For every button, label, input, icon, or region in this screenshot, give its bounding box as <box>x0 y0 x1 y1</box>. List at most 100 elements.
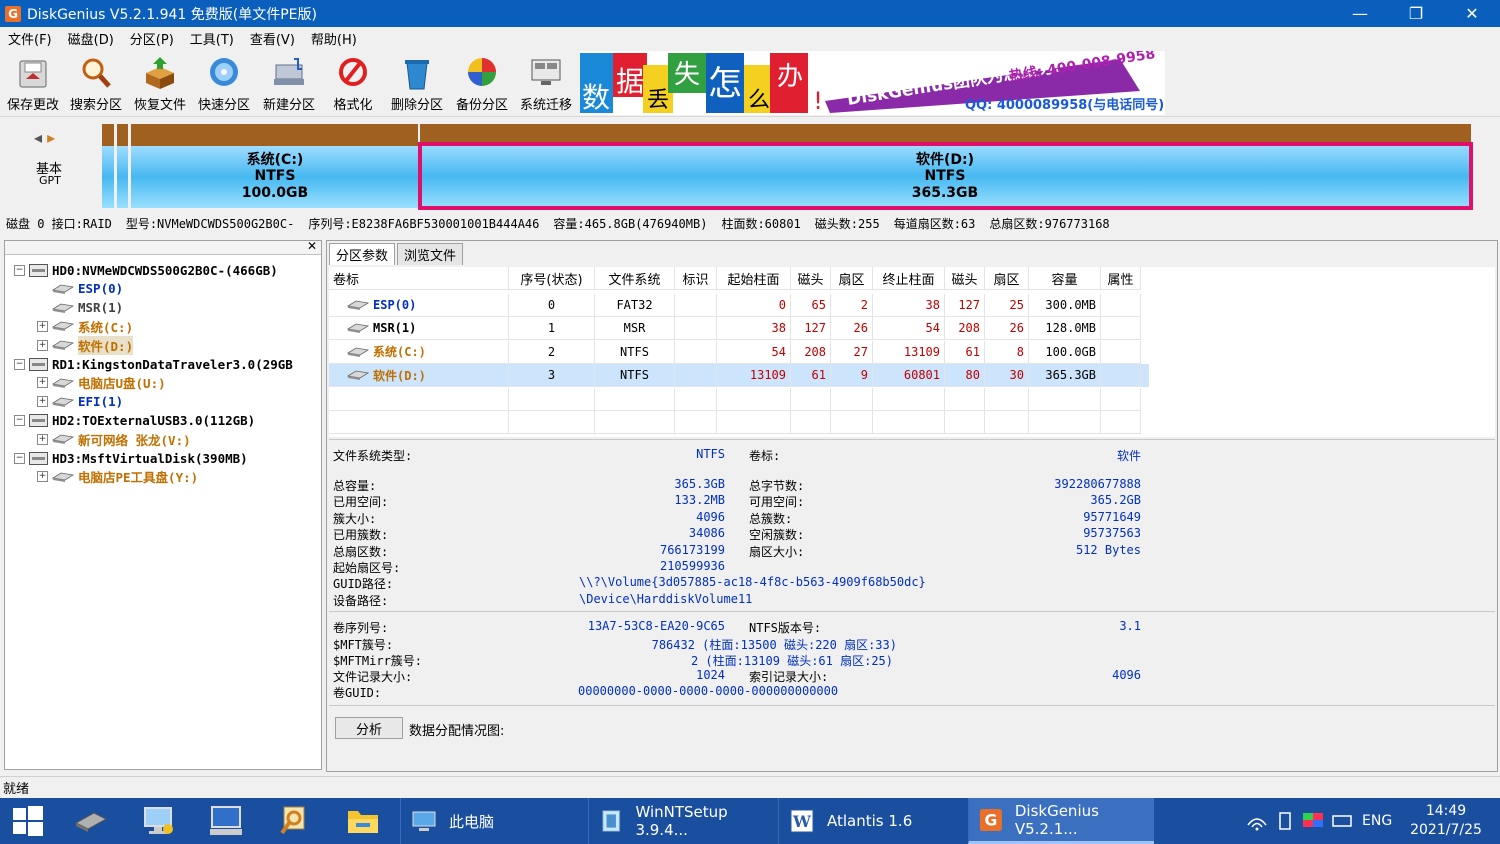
tree-disk-node[interactable]: − HD2:TOExternalUSB3.0(112GB) <box>14 411 255 429</box>
table-header-cell[interactable]: 终止柱面 <box>873 267 945 290</box>
backup-partition-button[interactable]: 备份分区 <box>451 53 513 115</box>
tree-partition-node[interactable]: + 系统(C:) <box>37 317 133 335</box>
tree-partition-node[interactable]: ESP(0) <box>37 280 123 298</box>
table-header-cell[interactable]: 卷标 <box>329 267 509 290</box>
table-cell-label: 软件(D:) <box>329 364 509 388</box>
taskbar-pinned-network[interactable] <box>142 798 176 844</box>
tree-partition-node[interactable]: + 电脑店PE工具盘(Y:) <box>37 468 198 486</box>
table-header-cell[interactable]: 扇区 <box>831 267 873 290</box>
system-migrate-button[interactable]: 系统迁移 <box>515 53 577 115</box>
partition-details: 文件系统类型: NTFS 卷标: 软件 GUID路径: \\?\Volume{3… <box>329 439 1495 769</box>
maximize-button[interactable]: ❐ <box>1388 0 1444 27</box>
partition-label-text: 软件(D:) <box>373 368 426 383</box>
detail-value: 512 Bytes <box>1075 542 1141 557</box>
minimize-button[interactable]: — <box>1332 0 1388 27</box>
taskbar-pinned-search[interactable] <box>278 798 308 844</box>
tray-keyboard[interactable] <box>1332 798 1352 844</box>
menu-tools[interactable]: 工具(T) <box>182 29 242 48</box>
table-header-cell[interactable]: 磁头 <box>945 267 985 290</box>
taskbar-atlantis[interactable]: W Atlantis 1.6 <box>778 798 966 844</box>
table-header-cell[interactable]: 起始柱面 <box>717 267 791 290</box>
tray-usb[interactable] <box>1278 798 1292 844</box>
partition-d-size: 365.3GB <box>912 185 978 201</box>
search-partition-button[interactable]: 搜索分区 <box>65 53 127 115</box>
table-header-cell[interactable]: 属性 <box>1101 267 1141 290</box>
expand-icon[interactable]: + <box>37 320 48 332</box>
taskbar-this-pc[interactable]: 此电脑 <box>400 798 586 844</box>
backup-icon <box>468 58 496 86</box>
close-icon[interactable]: ✕ <box>307 239 317 253</box>
menu-help[interactable]: 帮助(H) <box>303 29 365 48</box>
taskbar-diskgenius[interactable]: G DiskGenius V5.2.1... <box>968 798 1154 844</box>
collapse-icon[interactable]: − <box>14 264 25 276</box>
tray-network[interactable] <box>1246 798 1268 844</box>
analyze-button[interactable]: 分析 <box>335 717 403 739</box>
tree-partition-node[interactable]: + 新可网络 张龙(V:) <box>37 430 191 448</box>
table-cell <box>873 387 945 411</box>
table-row[interactable]: 软件(D:) 3 NTFS 13109 61 9 60801 80 30 365.3GB <box>329 364 1149 388</box>
menu-partition[interactable]: 分区(P) <box>122 29 182 48</box>
tree-partition-node[interactable]: + 电脑店U盘(U:) <box>37 374 166 392</box>
table-header-cell[interactable]: 文件系统 <box>595 267 675 290</box>
table-row[interactable]: ESP(0) 0 FAT32 0 65 2 38 127 25 300.0MB <box>329 294 1149 317</box>
menu-file[interactable]: 文件(F) <box>0 29 60 48</box>
tree-disk-node[interactable]: − HD3:MsftVirtualDisk(390MB) <box>14 449 248 467</box>
table-header-cell[interactable]: 扇区 <box>985 267 1029 290</box>
tray-language[interactable]: ENG <box>1362 798 1392 844</box>
table-cell <box>509 411 595 434</box>
recover-files-button[interactable]: 恢复文件 <box>129 53 191 115</box>
collapse-icon[interactable]: − <box>14 414 25 426</box>
tree-partition-node[interactable]: + EFI(1) <box>37 393 123 411</box>
new-partition-button[interactable]: 新建分区 <box>258 53 320 115</box>
save-changes-button[interactable]: 保存更改 <box>2 53 64 115</box>
collapse-icon[interactable]: − <box>14 452 25 464</box>
quick-partition-button[interactable]: 快速分区 <box>193 53 255 115</box>
expand-icon[interactable]: + <box>37 471 48 483</box>
tree-partition-node[interactable]: MSR(1) <box>37 299 123 317</box>
expand-icon[interactable]: + <box>37 339 48 351</box>
tree-disk-node[interactable]: − RD1:KingstonDataTraveler3.0(29GB <box>14 355 293 373</box>
taskbar-winntsetup[interactable]: WinNTSetup 3.9.4... <box>588 798 776 844</box>
table-header-cell[interactable]: 容量 <box>1029 267 1101 290</box>
detail-value: 95737563 <box>1083 526 1141 541</box>
taskbar-pinned-device[interactable] <box>74 798 108 844</box>
partition-icon <box>52 321 74 332</box>
table-cell <box>945 387 985 411</box>
fs-type-value: NTFS <box>696 447 725 461</box>
tree-partition-node[interactable]: + 软件(D:) <box>37 335 134 355</box>
detail-label: 起始扇区号: <box>333 561 401 575</box>
toolbar-label: 快速分区 <box>197 98 250 113</box>
tray-clock[interactable]: 14:49 2021/7/25 <box>1404 798 1488 844</box>
taskbar-pinned-explorer[interactable] <box>346 798 380 844</box>
delete-partition-button[interactable]: 删除分区 <box>386 53 448 115</box>
tray-display[interactable] <box>1302 798 1324 844</box>
table-row[interactable]: MSR(1) 1 MSR 38 127 26 54 208 26 128.0MB <box>329 317 1149 341</box>
expand-icon[interactable]: + <box>37 433 48 445</box>
table-header-cell[interactable]: 磁头 <box>791 267 831 290</box>
partition-msr-block[interactable] <box>117 124 128 208</box>
taskbar-pinned-computer[interactable] <box>208 798 244 844</box>
table-cell <box>717 411 791 434</box>
partition-bar: 系统(C:) NTFS 100.0GB 软件(D:) NTFS 365.3GB <box>102 124 1473 210</box>
computer-icon <box>210 806 242 835</box>
menu-view[interactable]: 查看(V) <box>242 29 303 48</box>
windows-logo-icon <box>13 806 43 836</box>
tab-browse-files[interactable]: 浏览文件 <box>397 243 464 265</box>
table-row[interactable]: 系统(C:) 2 NTFS 54 208 27 13109 61 8 100.0GB <box>329 340 1149 364</box>
collapse-icon[interactable]: − <box>14 358 25 370</box>
partition-esp-block[interactable] <box>102 124 114 208</box>
promo-banner[interactable]: 数 据 丢 失 怎 么 办 ! DiskGenius团队为您服务! 热线: 40… <box>580 51 1165 115</box>
menu-disk[interactable]: 磁盘(D) <box>60 29 122 48</box>
table-header-cell[interactable]: 标识 <box>675 267 717 290</box>
device-manager-icon <box>74 812 108 832</box>
tree-disk-node[interactable]: − HD0:NVMeWDCWDS500G2B0C-(466GB) <box>14 261 278 279</box>
start-button[interactable] <box>12 798 44 844</box>
banner-char: 么 <box>748 88 770 113</box>
tab-partition-params[interactable]: 分区参数 <box>329 243 396 265</box>
close-button[interactable]: ✕ <box>1444 0 1500 27</box>
expand-icon[interactable]: + <box>37 377 48 389</box>
table-cell <box>791 411 831 434</box>
table-header-cell[interactable]: 序号(状态) <box>509 267 595 290</box>
format-button[interactable]: 格式化 <box>322 53 384 115</box>
expand-icon[interactable]: + <box>37 396 48 408</box>
